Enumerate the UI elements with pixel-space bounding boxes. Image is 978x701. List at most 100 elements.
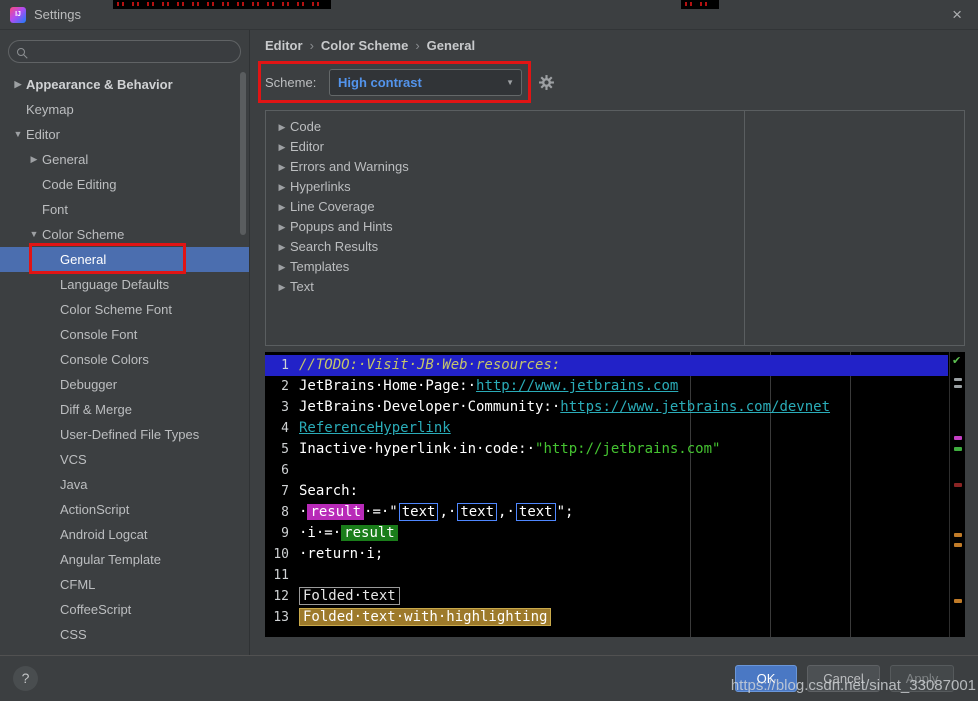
breadcrumb-editor[interactable]: Editor: [265, 38, 303, 53]
breadcrumb-separator: ›: [415, 37, 420, 53]
code-text: JetBrains·Home·Page:·: [299, 378, 477, 394]
sidebar-item-actionscript[interactable]: ActionScript: [0, 497, 249, 522]
sidebar-item-color-scheme-general[interactable]: General: [0, 247, 249, 272]
code-lines: 1 //TODO:·Visit·JB·Web·resources: 2 JetBra…: [265, 355, 948, 628]
option-group-popups-hints[interactable]: ▶ Popups and Hints: [266, 217, 744, 237]
scheme-select[interactable]: High contrast ▼: [329, 69, 522, 96]
sidebar-item-label: Console Font: [60, 327, 138, 342]
chevron-down-icon[interactable]: ▼: [506, 78, 514, 87]
code-text: ,·: [498, 504, 515, 520]
sidebar-item-diff-merge[interactable]: Diff & Merge: [0, 397, 249, 422]
sidebar-item-java[interactable]: Java: [0, 472, 249, 497]
chevron-right-icon[interactable]: ▶: [274, 177, 290, 197]
sidebar-item-label: Android Logcat: [60, 527, 148, 542]
breadcrumb-color-scheme[interactable]: Color Scheme: [321, 38, 408, 53]
line-number: 11: [273, 568, 289, 583]
option-group-label: Hyperlinks: [290, 179, 351, 194]
option-group-line-coverage[interactable]: ▶ Line Coverage: [266, 197, 744, 217]
settings-dialog: IJ Settings × ▶ Appearance & Behavior Key…: [0, 0, 978, 701]
color-options-tree: ▶ Code ▶ Editor ▶ Errors and Warnings ▶ Hype…: [266, 117, 744, 297]
code-line: 12 Folded·text: [265, 586, 948, 607]
chevron-down-icon[interactable]: ▼: [10, 122, 26, 147]
settings-sidebar: ▶ Appearance & Behavior Keymap ▼ Editor ▶ G…: [0, 30, 250, 655]
sidebar-item-label: Appearance & Behavior: [26, 77, 173, 92]
option-group-label: Errors and Warnings: [290, 159, 409, 174]
sidebar-item-coffeescript[interactable]: CoffeeScript: [0, 597, 249, 622]
sidebar-item-editor[interactable]: ▼ Editor: [0, 122, 249, 147]
sidebar-item-label: CFML: [60, 577, 96, 592]
close-icon[interactable]: ×: [952, 5, 968, 25]
sidebar-item-angular-template[interactable]: Angular Template: [0, 547, 249, 572]
code-line: 7 Search:: [265, 481, 948, 502]
option-group-templates[interactable]: ▶ Templates: [266, 257, 744, 277]
todo-comment-text: //TODO:·Visit·JB·Web·resources:: [299, 357, 561, 373]
line-number: 9: [281, 526, 289, 541]
sidebar-item-language-defaults[interactable]: Language Defaults: [0, 272, 249, 297]
option-group-label: Text: [290, 279, 314, 294]
search-result-text: text: [515, 503, 556, 521]
sidebar-item-label: Font: [42, 202, 69, 217]
chevron-right-icon[interactable]: ▶: [274, 237, 290, 257]
sidebar-item-css[interactable]: CSS: [0, 622, 249, 647]
sidebar-item-android-logcat[interactable]: Android Logcat: [0, 522, 249, 547]
settings-tree: ▶ Appearance & Behavior Keymap ▼ Editor ▶ G…: [0, 72, 249, 655]
chevron-right-icon[interactable]: ▶: [274, 257, 290, 277]
sidebar-item-console-colors[interactable]: Console Colors: [0, 347, 249, 372]
identifier-read-access: result: [341, 525, 398, 541]
chevron-right-icon[interactable]: ▶: [274, 277, 290, 297]
search-icon: [17, 47, 25, 56]
option-group-label: Search Results: [290, 239, 379, 254]
chevron-right-icon[interactable]: ▶: [274, 117, 290, 137]
chevron-right-icon[interactable]: ▶: [10, 72, 26, 97]
sidebar-item-font[interactable]: Font: [0, 197, 249, 222]
chevron-right-icon[interactable]: ▶: [274, 217, 290, 237]
search-input[interactable]: [32, 44, 232, 59]
sidebar-item-color-scheme[interactable]: ▼ Color Scheme: [0, 222, 249, 247]
stripe-mark: [954, 436, 962, 440]
option-group-editor[interactable]: ▶ Editor: [266, 137, 744, 157]
sidebar-item-color-scheme-font[interactable]: Color Scheme Font: [0, 297, 249, 322]
sidebar-item-user-defined-file-types[interactable]: User-Defined File Types: [0, 422, 249, 447]
option-group-text[interactable]: ▶ Text: [266, 277, 744, 297]
chevron-right-icon[interactable]: ▶: [274, 157, 290, 177]
line-number: 6: [281, 463, 289, 478]
line-number: 5: [281, 442, 289, 457]
chevron-right-icon[interactable]: ▶: [26, 147, 42, 172]
line-number: 3: [281, 400, 289, 415]
sidebar-item-label: VCS: [60, 452, 87, 467]
option-group-code[interactable]: ▶ Code: [266, 117, 744, 137]
sidebar-item-keymap[interactable]: Keymap: [0, 97, 249, 122]
sidebar-item-label: Diff & Merge: [60, 402, 133, 417]
error-stripe-scrollbar[interactable]: ✔: [949, 352, 965, 637]
sidebar-item-console-font[interactable]: Console Font: [0, 322, 249, 347]
sidebar-item-editor-general[interactable]: ▶ General: [0, 147, 249, 172]
code-preview[interactable]: 1 //TODO:·Visit·JB·Web·resources: 2 JetBra…: [265, 352, 965, 637]
gear-icon[interactable]: [538, 74, 555, 91]
sidebar-item-appearance-behavior[interactable]: ▶ Appearance & Behavior: [0, 72, 249, 97]
sidebar-item-cfml[interactable]: CFML: [0, 572, 249, 597]
intellij-logo-icon: IJ: [10, 6, 26, 23]
chevron-right-icon[interactable]: ▶: [274, 197, 290, 217]
color-options-panel: ▶ Code ▶ Editor ▶ Errors and Warnings ▶ Hype…: [265, 110, 965, 346]
sidebar-item-label: Console Colors: [60, 352, 149, 367]
hyperlink-text: http://www.jetbrains.com: [476, 378, 679, 394]
code-text: ·i·=·: [299, 525, 342, 541]
sidebar-item-debugger[interactable]: Debugger: [0, 372, 249, 397]
sidebar-item-vcs[interactable]: VCS: [0, 447, 249, 472]
breadcrumb-general[interactable]: General: [427, 38, 475, 53]
sidebar-scrollbar[interactable]: [240, 72, 246, 235]
search-result-text: text: [457, 503, 498, 521]
line-number: 8: [281, 505, 289, 520]
sidebar-item-code-editing[interactable]: Code Editing: [0, 172, 249, 197]
stripe-mark: [954, 378, 962, 381]
option-group-errors-warnings[interactable]: ▶ Errors and Warnings: [266, 157, 744, 177]
option-group-hyperlinks[interactable]: ▶ Hyperlinks: [266, 177, 744, 197]
sidebar-item-label: Code Editing: [42, 177, 117, 192]
folded-text-highlighted: Folded·text·with·highlighting: [299, 608, 552, 626]
option-group-search-results[interactable]: ▶ Search Results: [266, 237, 744, 257]
sidebar-item-label: Keymap: [26, 102, 74, 117]
help-button[interactable]: ?: [13, 666, 38, 691]
chevron-down-icon[interactable]: ▼: [26, 222, 42, 247]
settings-search-box[interactable]: [8, 40, 241, 63]
chevron-right-icon[interactable]: ▶: [274, 137, 290, 157]
